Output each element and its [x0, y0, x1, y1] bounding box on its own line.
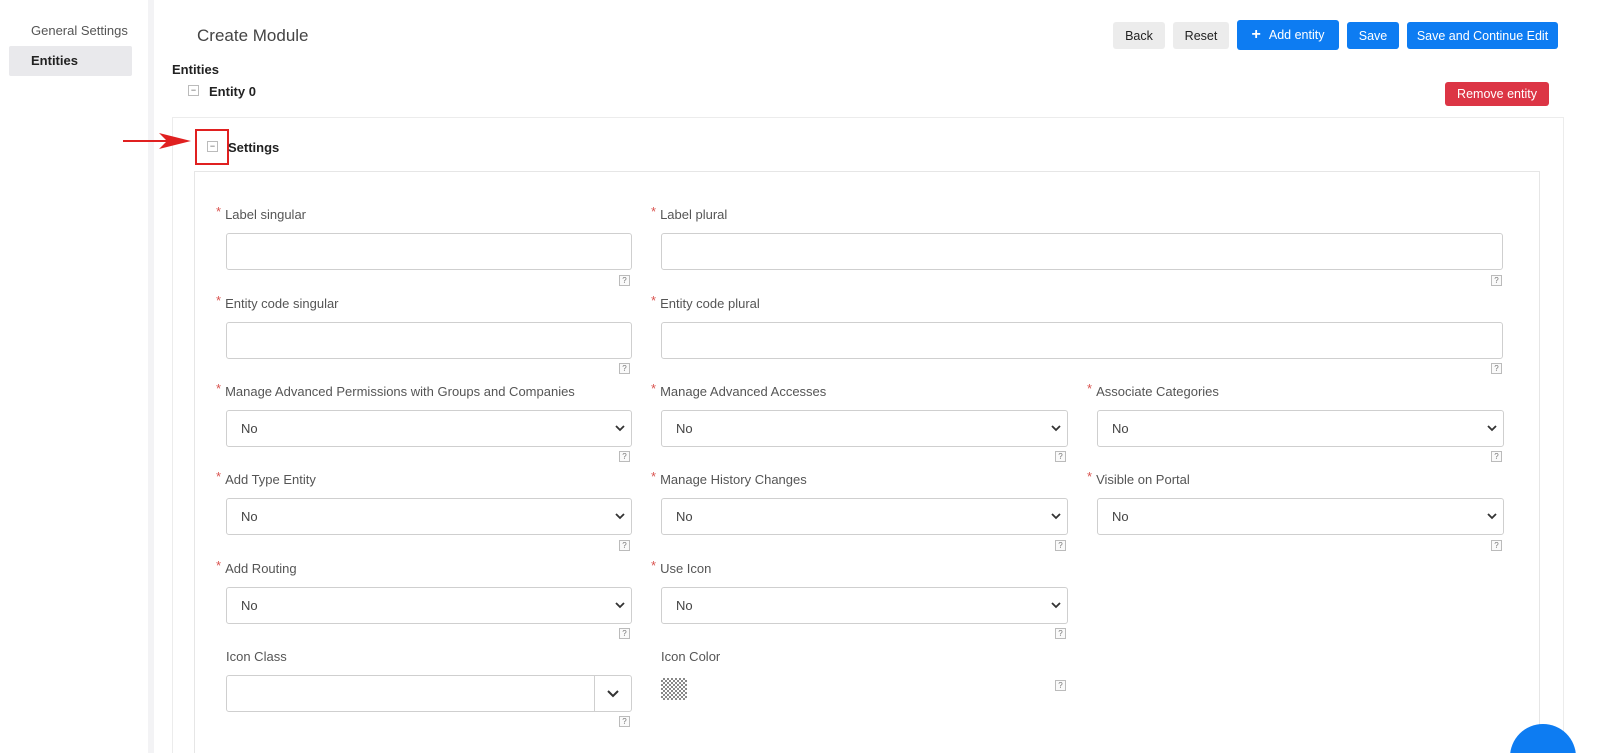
entity-code-plural-input[interactable]	[661, 322, 1503, 359]
add-routing-value: No	[241, 598, 258, 613]
icon-class-dropdown-button[interactable]	[594, 676, 631, 711]
back-button[interactable]: Back	[1113, 22, 1165, 49]
associate-categories-select[interactable]: No	[1097, 410, 1504, 447]
remove-entity-button[interactable]: Remove entity	[1445, 82, 1549, 106]
settings-title: Settings	[228, 140, 280, 155]
page-title: Create Module	[197, 26, 309, 45]
add-entity-label: Add entity	[1268, 28, 1325, 42]
chevron-down-icon	[615, 513, 625, 520]
visible-portal-label: * Visible on Portal	[1087, 469, 1190, 487]
icon-color-label: Icon Color	[661, 649, 721, 664]
help-icon[interactable]: ?	[619, 628, 630, 639]
chevron-down-icon	[607, 689, 619, 697]
red-arrow-icon	[123, 133, 191, 149]
help-icon[interactable]: ?	[1055, 628, 1066, 639]
chevron-down-icon	[1051, 425, 1061, 432]
add-type-entity-value: No	[241, 509, 258, 524]
sidebar: General Settings Entities	[0, 0, 148, 753]
history-changes-select[interactable]: No	[661, 498, 1068, 535]
adv-accesses-select[interactable]: No	[661, 410, 1068, 447]
help-icon[interactable]: ?	[619, 363, 630, 374]
adv-accesses-label: * Manage Advanced Accesses	[651, 381, 827, 399]
icon-class-combobox[interactable]	[226, 675, 632, 712]
help-icon[interactable]: ?	[1491, 451, 1502, 462]
help-icon[interactable]: ?	[1055, 680, 1066, 691]
help-icon[interactable]: ?	[619, 540, 630, 551]
help-icon[interactable]: ?	[619, 451, 630, 462]
help-icon[interactable]: ?	[1491, 540, 1502, 551]
settings-collapse-toggle[interactable]: −	[207, 141, 218, 152]
sidebar-item-general-settings[interactable]: General Settings	[9, 16, 132, 46]
main-panel: Create Module Back Reset + Add entity Sa…	[123, 0, 1600, 753]
adv-permissions-value: No	[241, 421, 258, 436]
chevron-down-icon	[1487, 513, 1497, 520]
chevron-down-icon	[615, 602, 625, 609]
adv-permissions-select[interactable]: No	[226, 410, 632, 447]
sidebar-item-entities[interactable]: Entities	[9, 46, 132, 76]
label-plural-input[interactable]	[661, 233, 1503, 270]
entities-section-title: Entities	[172, 62, 219, 77]
history-changes-label: * Manage History Changes	[651, 469, 807, 487]
adv-accesses-value: No	[676, 421, 693, 436]
plus-icon: +	[1251, 26, 1261, 43]
associate-categories-value: No	[1112, 421, 1129, 436]
history-changes-value: No	[676, 509, 693, 524]
help-icon[interactable]: ?	[1055, 540, 1066, 551]
chevron-down-icon	[1487, 425, 1497, 432]
add-entity-button[interactable]: + Add entity	[1237, 20, 1339, 50]
visible-portal-value: No	[1112, 509, 1129, 524]
entity-title: Entity 0	[209, 84, 256, 99]
use-icon-label: * Use Icon	[651, 558, 712, 576]
save-continue-button[interactable]: Save and Continue Edit	[1407, 22, 1558, 49]
help-icon[interactable]: ?	[1491, 363, 1502, 374]
help-icon[interactable]: ?	[619, 275, 630, 286]
label-singular-input[interactable]	[226, 233, 632, 270]
visible-portal-select[interactable]: No	[1097, 498, 1504, 535]
add-routing-label: * Add Routing	[216, 558, 297, 576]
entity-code-singular-input[interactable]	[226, 322, 632, 359]
reset-button[interactable]: Reset	[1173, 22, 1229, 49]
use-icon-value: No	[676, 598, 693, 613]
icon-class-label: Icon Class	[226, 649, 287, 664]
save-button[interactable]: Save	[1347, 22, 1399, 49]
label-singular-label: * Label singular	[216, 204, 307, 222]
add-routing-select[interactable]: No	[226, 587, 632, 624]
chevron-down-icon	[615, 425, 625, 432]
help-icon[interactable]: ?	[1055, 451, 1066, 462]
entity-code-plural-label: * Entity code plural	[651, 293, 760, 311]
adv-permissions-label: * Manage Advanced Permissions with Groups…	[216, 381, 575, 399]
icon-color-swatch[interactable]	[661, 678, 687, 700]
entity-collapse-toggle[interactable]: −	[188, 85, 199, 96]
add-type-entity-label: * Add Type Entity	[216, 469, 316, 487]
use-icon-select[interactable]: No	[661, 587, 1068, 624]
associate-categories-label: * Associate Categories	[1087, 381, 1219, 399]
label-plural-label: * Label plural	[651, 204, 728, 222]
chevron-down-icon	[1051, 602, 1061, 609]
entity-code-singular-label: * Entity code singular	[216, 293, 339, 311]
add-type-entity-select[interactable]: No	[226, 498, 632, 535]
help-icon[interactable]: ?	[619, 716, 630, 727]
help-icon[interactable]: ?	[1491, 275, 1502, 286]
chevron-down-icon	[1051, 513, 1061, 520]
